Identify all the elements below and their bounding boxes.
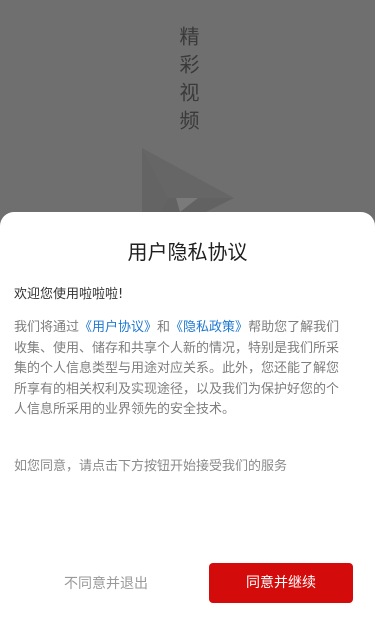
splash-title: 精彩视频 xyxy=(176,26,200,138)
body-text-part2: 和 xyxy=(157,320,171,335)
dialog-title: 用户隐私协议 xyxy=(127,240,248,264)
body-text-part1: 我们将通过 xyxy=(14,320,80,335)
privacy-dialog: 用户隐私协议 欢迎您使用啦啦啦! 我们将通过《用户协议》和《隐私政策》帮助您了解… xyxy=(0,212,375,630)
welcome-text: 欢迎您使用啦啦啦! xyxy=(14,287,124,302)
privacy-body-text: 我们将通过《用户协议》和《隐私政策》帮助您了解我们收集、使用、储存和共享个人新的… xyxy=(14,318,347,421)
decline-exit-button[interactable]: 不同意并退出 xyxy=(26,564,186,604)
consent-note: 如您同意，请点击下方按钮开始接受我们的服务 xyxy=(14,459,288,474)
privacy-policy-link[interactable]: 《隐私政策》 xyxy=(170,320,248,335)
agree-continue-button[interactable]: 同意并继续 xyxy=(209,563,353,603)
user-agreement-link[interactable]: 《用户协议》 xyxy=(79,320,157,335)
